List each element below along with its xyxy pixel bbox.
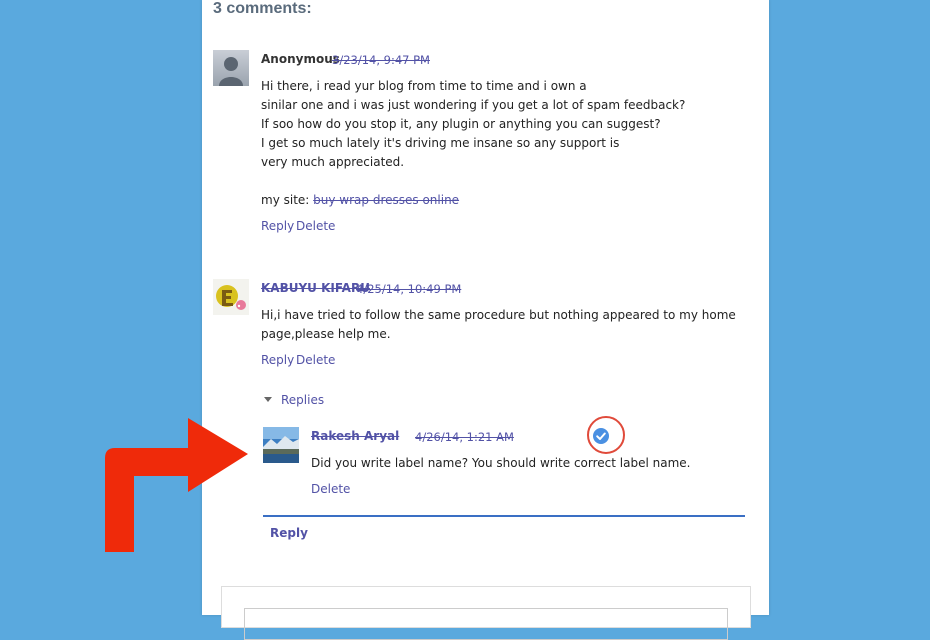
reply-body: Did you write label name? You should wri… <box>311 454 690 473</box>
comment-author: Anonymous <box>261 52 340 66</box>
site-link[interactable]: buy wrap dresses online <box>313 193 459 207</box>
delete-button[interactable]: Delete <box>296 353 335 367</box>
red-arrow-annotation <box>105 418 248 552</box>
replies-label: Replies <box>281 393 325 407</box>
reply-divider <box>263 515 745 517</box>
reply-text: Did you write label name? You should wri… <box>311 456 691 470</box>
comment-author-link[interactable]: KABUYU KIFARU <box>261 281 370 295</box>
comment-body: Hi,i have tried to follow the same proce… <box>261 306 763 344</box>
comment-text: Hi,i have tried to follow the same proce… <box>261 308 736 341</box>
site-label: my site: <box>261 193 310 207</box>
default-user-icon[interactable] <box>213 50 249 86</box>
comment-line: I get so much lately it's driving me ins… <box>261 136 620 150</box>
cartoon-avatar[interactable] <box>213 279 249 315</box>
delete-button[interactable]: Delete <box>296 219 335 233</box>
landscape-photo-avatar[interactable] <box>263 427 299 463</box>
comment-line: very much appreciated. <box>261 155 405 169</box>
comment-form-box <box>221 586 751 640</box>
reply-button[interactable]: Reply <box>261 353 294 367</box>
comments-heading: 3 comments: <box>213 0 312 17</box>
comment-body: Hi there, i read yur blog from time to t… <box>261 77 685 210</box>
highlight-circle-annotation <box>587 416 625 454</box>
reply-thread-button[interactable]: Reply <box>270 526 308 540</box>
comment-form-input[interactable] <box>244 608 728 640</box>
reply-timestamp[interactable]: 4/26/14, 1:21 AM <box>415 430 514 444</box>
reply-button[interactable]: Reply <box>261 219 294 233</box>
caret-down-icon <box>264 397 272 402</box>
comment-timestamp[interactable]: 3/23/14, 9:47 PM <box>332 53 430 67</box>
delete-button[interactable]: Delete <box>311 482 350 496</box>
comment-timestamp[interactable]: 4/25/14, 10:49 PM <box>356 282 461 296</box>
comment-line: If soo how do you stop it, any plugin or… <box>261 117 661 131</box>
reply-author-link[interactable]: Rakesh Aryal <box>311 429 399 443</box>
comment-line: sinilar one and i was just wondering if … <box>261 98 686 112</box>
comment-line: Hi there, i read yur blog from time to t… <box>261 79 587 93</box>
comments-page: 3 comments: Anonymous 3/23/14, 9:47 PM H… <box>202 0 769 640</box>
replies-toggle[interactable]: Replies <box>264 393 324 407</box>
